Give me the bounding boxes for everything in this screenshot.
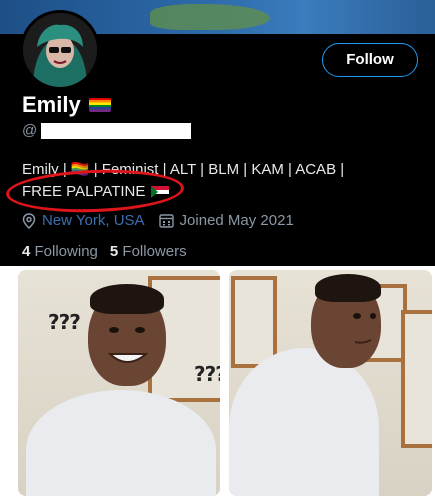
handle-prefix: @	[22, 122, 38, 139]
avatar-image	[23, 13, 97, 87]
followers-link[interactable]: 5 Followers	[110, 243, 187, 260]
meme-panel-left: ??? ???	[18, 270, 220, 496]
man-face	[107, 327, 149, 363]
follow-stats-row: 4 Following 5 Followers	[22, 243, 187, 260]
location-link[interactable]: New York, USA	[42, 212, 145, 229]
man-face	[353, 313, 376, 344]
followers-count: 5	[109, 243, 119, 260]
joined-date: Joined May 2021	[179, 212, 294, 229]
avatar[interactable]	[20, 10, 100, 90]
confused-meme: ??? ???	[0, 266, 435, 500]
handle-row: @	[22, 122, 192, 139]
display-name: Emily	[22, 92, 81, 117]
profile-name-row: Emily	[22, 92, 111, 118]
following-count: 4	[22, 243, 31, 260]
following-label: Following	[34, 243, 98, 260]
following-link[interactable]: 4 Following	[22, 243, 98, 260]
location-pin-icon	[22, 212, 36, 229]
picture-frame-left	[231, 276, 277, 368]
question-marks-1: ???	[48, 310, 81, 334]
man-shirt	[229, 348, 379, 496]
question-marks-2: ???	[194, 362, 220, 386]
twitter-profile-card: Follow Emily @ Emily | 🏳️‍🌈 | Feminist |…	[0, 0, 435, 266]
profile-meta-row: New York, USA Joined May 2021	[22, 212, 294, 229]
calendar-icon	[158, 214, 174, 228]
follow-button[interactable]: Follow	[322, 43, 418, 77]
handle-redaction-bar	[41, 122, 192, 139]
picture-frame-right	[401, 310, 432, 448]
rainbow-flag-icon	[88, 98, 111, 112]
meme-panel-right	[229, 270, 432, 496]
followers-label: Followers	[122, 243, 187, 260]
